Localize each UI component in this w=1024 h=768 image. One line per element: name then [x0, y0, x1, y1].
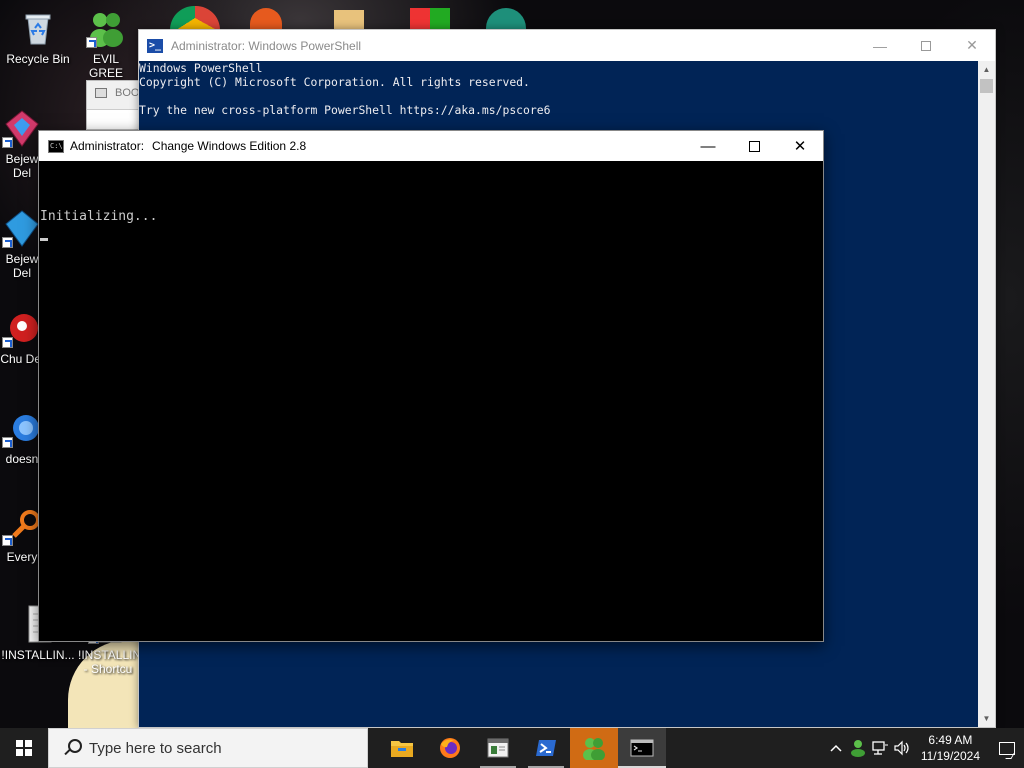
desktop-icon-label: !INSTALLIN - Shortcu: [78, 648, 142, 676]
bejeweled-icon: [2, 108, 42, 148]
taskbar: 6:49 AM 11/19/2024: [0, 728, 1024, 768]
cwe-console[interactable]: Initializing...: [39, 161, 823, 641]
everything-icon: [2, 506, 42, 546]
console-line: Try the new cross-platform PowerShell ht…: [139, 103, 551, 117]
desktop-icon-recycle-bin[interactable]: Recycle Bin: [0, 8, 76, 66]
console-line: Windows PowerShell: [139, 61, 263, 75]
vertical-scrollbar[interactable]: ▲ ▼: [978, 61, 995, 727]
clock-date: 11/19/2024: [920, 749, 980, 763]
search-icon: [63, 739, 82, 757]
show-hidden-icons-chevron-up-icon[interactable]: [825, 728, 847, 768]
taskbar-powershell[interactable]: [522, 728, 570, 768]
office-icon[interactable]: [410, 8, 450, 30]
scroll-down-icon[interactable]: ▼: [978, 710, 995, 727]
taskbar-app-window[interactable]: [474, 728, 522, 768]
clock-time: 6:49 AM: [928, 733, 973, 747]
volume-icon[interactable]: [891, 728, 913, 768]
system-tray: 6:49 AM 11/19/2024: [825, 728, 1024, 768]
firefox-icon: [440, 738, 460, 758]
minimize-button[interactable]: —: [685, 131, 731, 161]
taskbar-clock[interactable]: 6:49 AM 11/19/2024: [921, 732, 980, 764]
minimize-icon: —: [700, 137, 716, 155]
background-window[interactable]: BOO: [86, 80, 146, 130]
game-icon[interactable]: [486, 8, 526, 30]
scroll-thumb[interactable]: [980, 79, 993, 93]
taskbar-evil-green-men[interactable]: [570, 728, 618, 768]
network-icon[interactable]: [869, 728, 891, 768]
search-input[interactable]: [89, 739, 349, 757]
desktop-icon-label: Bejew Del: [5, 152, 39, 180]
desktop-icon-evil-green-men[interactable]: EVIL GREE: [76, 8, 136, 80]
desktop-icon-label: !INSTALLIN...: [1, 648, 75, 662]
title-app-name: Change Windows Edition 2.8: [152, 139, 307, 153]
evil-green-men-icon: [583, 738, 605, 760]
taskbar-file-explorer[interactable]: [378, 728, 426, 768]
maximize-button[interactable]: [731, 131, 777, 161]
maximize-icon: [921, 40, 931, 51]
desktop-icon-label: Bejew Del: [5, 252, 39, 280]
evil-green-men-icon: [86, 8, 126, 48]
desktop-icon-label: EVIL GREE: [88, 52, 123, 80]
recycle-bin-icon: [18, 8, 58, 48]
app-window-icon: [487, 738, 509, 758]
console-output: Initializing...: [40, 209, 158, 224]
notifications-button[interactable]: [990, 728, 1024, 768]
file-explorer-icon: [391, 741, 413, 757]
start-button[interactable]: [0, 728, 48, 768]
command-prompt-icon: C:\: [48, 139, 64, 153]
powershell-icon: >_: [147, 38, 163, 53]
window-title: BOO: [115, 87, 140, 99]
maximize-button[interactable]: [903, 30, 949, 61]
chrome-icon[interactable]: [170, 6, 220, 30]
browser-icon[interactable]: [250, 8, 282, 30]
powershell-icon: [536, 740, 556, 756]
title-prefix: Administrator:: [70, 139, 145, 153]
app-icon: [2, 408, 42, 448]
desktop-icon-label: Every: [6, 550, 38, 564]
desktop-icon-label: doesn: [5, 452, 39, 466]
taskbar-command-prompt[interactable]: [618, 728, 666, 768]
window-title: Administrator: Change Windows Edition 2.8: [70, 139, 306, 153]
window-body: [87, 109, 145, 129]
close-button[interactable]: ✕: [777, 131, 823, 161]
windows-logo-icon: [16, 740, 32, 756]
powershell-titlebar[interactable]: >_ Administrator: Windows PowerShell — ✕: [139, 30, 995, 61]
cwe-titlebar[interactable]: C:\ Administrator: Change Windows Edition…: [39, 131, 823, 161]
text-cursor: [40, 238, 48, 241]
close-icon: ✕: [793, 138, 807, 155]
minimize-button[interactable]: —: [857, 30, 903, 61]
chuzzle-icon: [2, 308, 42, 348]
change-windows-edition-window[interactable]: C:\ Administrator: Change Windows Edition…: [38, 130, 824, 642]
close-button[interactable]: ✕: [949, 30, 995, 61]
taskbar-firefox[interactable]: [426, 728, 474, 768]
console-line: Copyright (C) Microsoft Corporation. All…: [139, 75, 530, 89]
bejeweled-2-icon: [2, 208, 42, 248]
desktop-icon-label: Recycle Bin: [6, 52, 70, 66]
window-icon: [95, 88, 107, 98]
window-title: Administrator: Windows PowerShell: [171, 38, 362, 53]
minimize-icon: —: [873, 37, 887, 54]
command-prompt-icon: [630, 739, 654, 757]
search-box[interactable]: [48, 728, 368, 768]
app-shortcut-icon[interactable]: [334, 10, 364, 30]
maximize-icon: [748, 140, 760, 152]
scroll-up-icon[interactable]: ▲: [978, 61, 995, 78]
notification-icon: [999, 741, 1015, 755]
close-icon: ✕: [966, 37, 978, 53]
evil-green-men-tray-icon[interactable]: [847, 728, 869, 768]
